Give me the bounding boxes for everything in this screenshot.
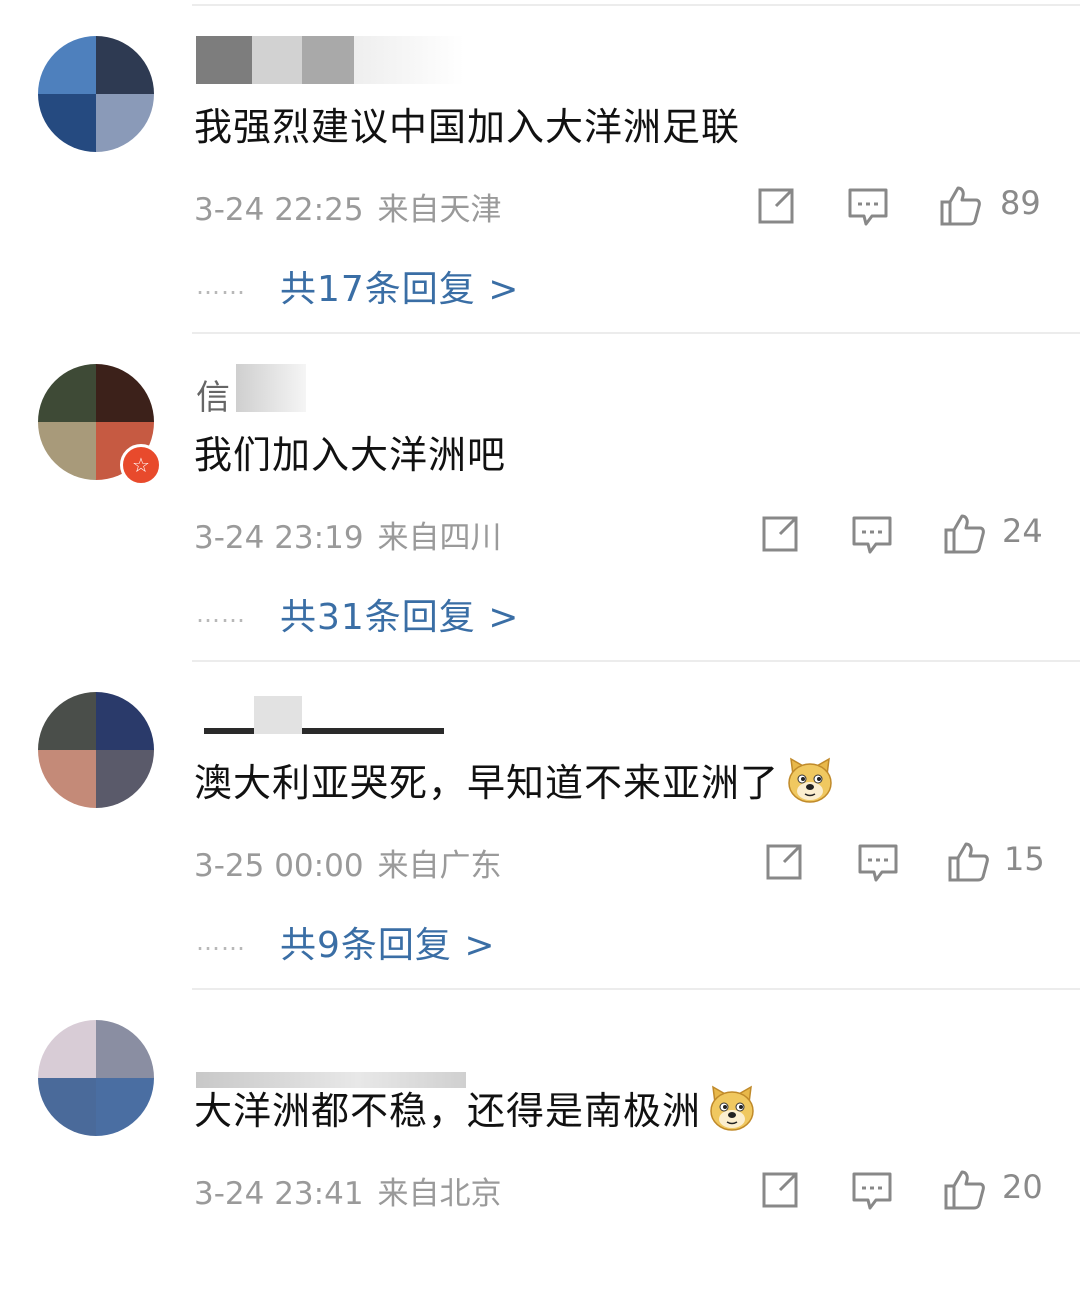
username-redacted[interactable]	[196, 36, 496, 84]
like-button[interactable]	[938, 184, 982, 228]
avatar-pixel	[96, 94, 154, 152]
username-fragment: 信	[196, 378, 230, 418]
reply-button[interactable]	[856, 840, 900, 884]
avatar-pixel	[38, 94, 96, 152]
comment-item: 大洋洲都不稳，还得是南极洲 3-24 23:41 来自北京 20	[0, 988, 1080, 1316]
avatar-pixel	[96, 1020, 154, 1078]
mosaic-block	[252, 36, 302, 84]
timestamp: 3-24 22:25	[194, 192, 364, 228]
replies-row[interactable]: …… 共31条回复 >	[196, 588, 519, 640]
thumbs-up-icon	[944, 1170, 985, 1210]
forward-button[interactable]	[754, 184, 798, 228]
avatar-pixel	[96, 36, 154, 94]
avatar-pixel	[96, 1078, 154, 1136]
avatar-pixel	[38, 1020, 96, 1078]
comment-bubble-icon	[848, 188, 888, 226]
thumbs-up-icon	[944, 514, 985, 554]
mosaic-block	[236, 364, 306, 412]
avatar[interactable]	[38, 692, 154, 808]
username-redacted[interactable]	[196, 692, 496, 740]
avatar-pixel	[96, 692, 154, 750]
comment-bubble-icon	[852, 1172, 892, 1210]
reply-button[interactable]	[850, 512, 894, 556]
avatar-pixel	[38, 364, 96, 422]
replies-row[interactable]: …… 共9条回复 >	[196, 916, 496, 968]
forward-button[interactable]	[758, 512, 802, 556]
location: 来自四川	[377, 520, 502, 556]
comment-text: 大洋洲都不稳，还得是南极洲	[194, 1080, 757, 1135]
dots-decoration: ……	[196, 272, 246, 300]
avatar-pixel	[96, 750, 154, 808]
view-replies-link[interactable]: 共31条回复 >	[280, 588, 519, 640]
view-replies-link[interactable]: 共9条回复 >	[280, 916, 496, 968]
comment-item: 澳大利亚哭死，早知道不来亚洲了 3-25 00:00 来自广东 15 …… 共9条…	[0, 660, 1080, 988]
reply-button[interactable]	[850, 1168, 894, 1212]
replies-row[interactable]: …… 共17条回复 >	[196, 260, 519, 312]
dots-decoration: ……	[196, 600, 246, 628]
comment-item: 我强烈建议中国加入大洋洲足联 3-24 22:25 来自天津 89 …… 共17条…	[0, 4, 1080, 332]
forward-icon	[762, 516, 798, 552]
comment-meta: 3-24 23:41 来自北京	[194, 1168, 502, 1213]
comment-meta: 3-24 23:19 来自四川	[194, 512, 502, 557]
comment-text: 我们加入大洋洲吧	[194, 433, 507, 477]
comment-bubble-icon	[852, 516, 892, 554]
thumbs-up-icon	[948, 842, 989, 882]
comment-text: 澳大利亚哭死，早知道不来亚洲了	[194, 752, 835, 807]
avatar[interactable]	[38, 1020, 154, 1136]
timestamp: 3-24 23:41	[194, 1176, 364, 1212]
avatar-pixel	[38, 692, 96, 750]
dots-decoration: ……	[196, 928, 246, 956]
location: 来自北京	[377, 1176, 502, 1212]
comment-item: ☆ 信 我们加入大洋洲吧 3-24 23:19 来自四川 24 …… 共31条回复…	[0, 332, 1080, 660]
like-button[interactable]	[942, 1168, 986, 1212]
thumbs-up-icon	[940, 186, 981, 226]
comment-text: 我强烈建议中国加入大洋洲足联	[194, 105, 741, 149]
username-redacted[interactable]: 信	[196, 364, 496, 418]
mosaic-block	[196, 36, 252, 84]
location: 来自广东	[377, 848, 502, 884]
forward-icon	[758, 188, 794, 224]
avatar-pixel	[38, 36, 96, 94]
like-count: 20	[1002, 1168, 1043, 1206]
avatar-pixel	[38, 1078, 96, 1136]
comment-bubble-icon	[858, 844, 898, 882]
mosaic-block	[254, 696, 302, 734]
forward-button[interactable]	[762, 840, 806, 884]
comment-meta: 3-25 00:00 来自广东	[194, 840, 502, 885]
timestamp: 3-24 23:19	[194, 520, 364, 556]
forward-icon	[766, 844, 802, 880]
like-button[interactable]	[946, 840, 990, 884]
like-count: 15	[1004, 840, 1045, 878]
avatar-pixel	[38, 422, 96, 480]
verified-star-badge-icon: ☆	[120, 444, 162, 486]
mosaic-block	[354, 36, 464, 84]
avatar[interactable]	[38, 36, 154, 152]
like-count: 89	[1000, 184, 1041, 222]
reply-button[interactable]	[846, 184, 890, 228]
avatar-pixel	[38, 750, 96, 808]
location: 来自天津	[377, 192, 502, 228]
mosaic-block	[302, 36, 354, 84]
doge-emoji-icon	[785, 755, 835, 805]
username-redacted[interactable]	[196, 1020, 496, 1088]
forward-button[interactable]	[758, 1168, 802, 1212]
like-count: 24	[1002, 512, 1043, 550]
timestamp: 3-25 00:00	[194, 848, 364, 884]
view-replies-link[interactable]: 共17条回复 >	[280, 260, 519, 312]
doge-emoji-icon	[707, 1083, 757, 1133]
comment-meta: 3-24 22:25 来自天津	[194, 184, 502, 229]
avatar-pixel	[96, 364, 154, 422]
forward-icon	[762, 1172, 798, 1208]
mosaic-block	[204, 728, 444, 734]
like-button[interactable]	[942, 512, 986, 556]
